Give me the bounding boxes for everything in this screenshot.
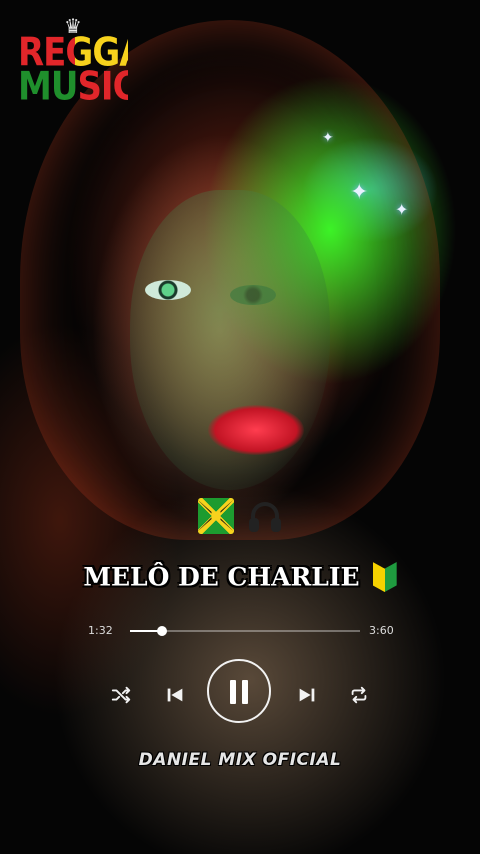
repeat-button[interactable] — [348, 684, 370, 706]
total-time: 3:60 — [369, 624, 394, 637]
repeat-icon — [351, 686, 367, 704]
pause-icon — [230, 680, 236, 704]
portrait-lips — [208, 405, 304, 455]
current-time: 1:32 — [88, 624, 113, 637]
portrait-eye — [230, 285, 276, 305]
next-track-icon — [299, 688, 315, 702]
star-icon: ✦ — [322, 130, 334, 146]
emoji-row — [0, 494, 480, 534]
previous-button[interactable] — [164, 684, 186, 706]
previous-track-icon — [167, 688, 183, 702]
next-button[interactable] — [296, 684, 318, 706]
pause-icon — [242, 680, 248, 704]
background-artwork: ✦ ✦ ✦ — [0, 0, 480, 854]
star-icon: ✦ — [350, 180, 369, 205]
headphones-icon — [248, 500, 282, 532]
logo-line-2: MUSIC — [18, 64, 138, 110]
play-pause-button[interactable] — [207, 659, 271, 723]
progress-bar[interactable] — [130, 626, 360, 636]
channel-name: DANIEL MIX OFICIAL — [138, 750, 342, 770]
song-title: MELÔ DE CHARLIE — [83, 562, 360, 592]
beginner-symbol-icon — [372, 562, 397, 592]
reggae-music-logo: ♛ REGGAE MUSIC — [18, 16, 168, 110]
shuffle-button[interactable] — [110, 684, 132, 706]
jamaica-flag-icon — [197, 497, 234, 534]
song-title-row: MELÔ DE CHARLIE — [0, 562, 480, 592]
portrait-eye — [145, 280, 191, 300]
shuffle-icon — [111, 686, 131, 704]
star-icon: ✦ — [395, 200, 409, 219]
